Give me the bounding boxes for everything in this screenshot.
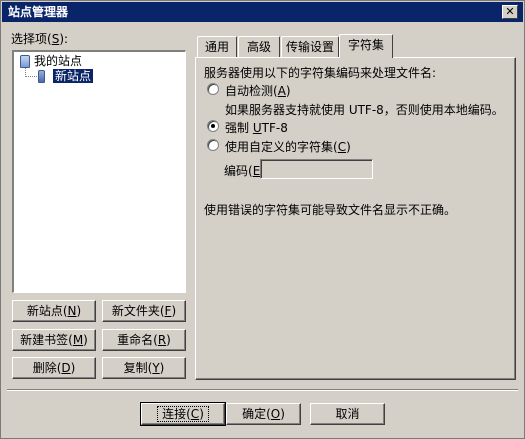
tree-connector xyxy=(25,76,37,77)
title-bar: 站点管理器 ✕ xyxy=(2,2,523,22)
force-utf8-label[interactable]: 强制 UTF-8 xyxy=(225,119,288,136)
charset-warning: 使用错误的字符集可能导致文件名显示不正确。 xyxy=(204,203,457,217)
tree-item-new-site[interactable]: 新站点 xyxy=(53,68,94,84)
cancel-button[interactable]: 取消 xyxy=(310,403,385,425)
site-tree[interactable]: 我的站点 新站点 xyxy=(12,50,186,293)
tree-item-label: 新站点 xyxy=(53,69,94,83)
tree-item-label: 我的站点 xyxy=(34,54,83,68)
charset-panel: 服务器使用以下的字符集编码来处理文件名: 自动检测(A) 如果服务器支持就使用 … xyxy=(195,57,516,380)
new-site-button[interactable]: 新站点(N) xyxy=(12,300,96,322)
server-icon xyxy=(38,70,45,83)
auto-detect-note: 如果服务器支持就使用 UTF-8，否则使用本地编码。 xyxy=(225,103,504,117)
select-entry-label: 选择项(S): xyxy=(11,32,69,46)
tree-item-my-sites[interactable]: 我的站点 xyxy=(34,53,82,69)
custom-charset-label[interactable]: 使用自定义的字符集(C) xyxy=(225,138,351,155)
new-folder-button[interactable]: 新文件夹(F) xyxy=(102,300,186,322)
force-utf8-radio[interactable] xyxy=(207,120,219,132)
my-sites-icon xyxy=(20,55,30,68)
tab-advanced[interactable]: 高级 xyxy=(238,36,280,57)
auto-detect-label[interactable]: 自动检测(A) xyxy=(225,82,291,99)
close-icon: ✕ xyxy=(505,5,515,18)
custom-charset-radio[interactable] xyxy=(207,139,219,151)
tab-transfer-settings[interactable]: 传输设置 xyxy=(281,36,339,57)
connect-button[interactable]: 连接(C) xyxy=(140,402,226,426)
encoding-field xyxy=(260,159,373,179)
delete-button[interactable]: 删除(D) xyxy=(12,357,96,379)
ok-button[interactable]: 确定(O) xyxy=(226,403,301,425)
copy-button[interactable]: 复制(Y) xyxy=(102,357,186,379)
tab-charset[interactable]: 字符集 xyxy=(339,34,393,58)
site-manager-window: 站点管理器 ✕ 选择项(S): 我的站点 新站点 新站点(N) 新文件夹(F) … xyxy=(0,0,525,439)
close-button[interactable]: ✕ xyxy=(502,5,518,19)
footer-separator xyxy=(7,389,518,391)
charset-intro: 服务器使用以下的字符集编码来处理文件名: xyxy=(204,66,437,80)
window-title: 站点管理器 xyxy=(8,5,69,19)
new-bookmark-button[interactable]: 新建书签(M) xyxy=(12,329,96,351)
tab-general[interactable]: 通用 xyxy=(197,36,237,57)
rename-button[interactable]: 重命名(R) xyxy=(102,329,186,351)
auto-detect-radio[interactable] xyxy=(207,83,219,95)
